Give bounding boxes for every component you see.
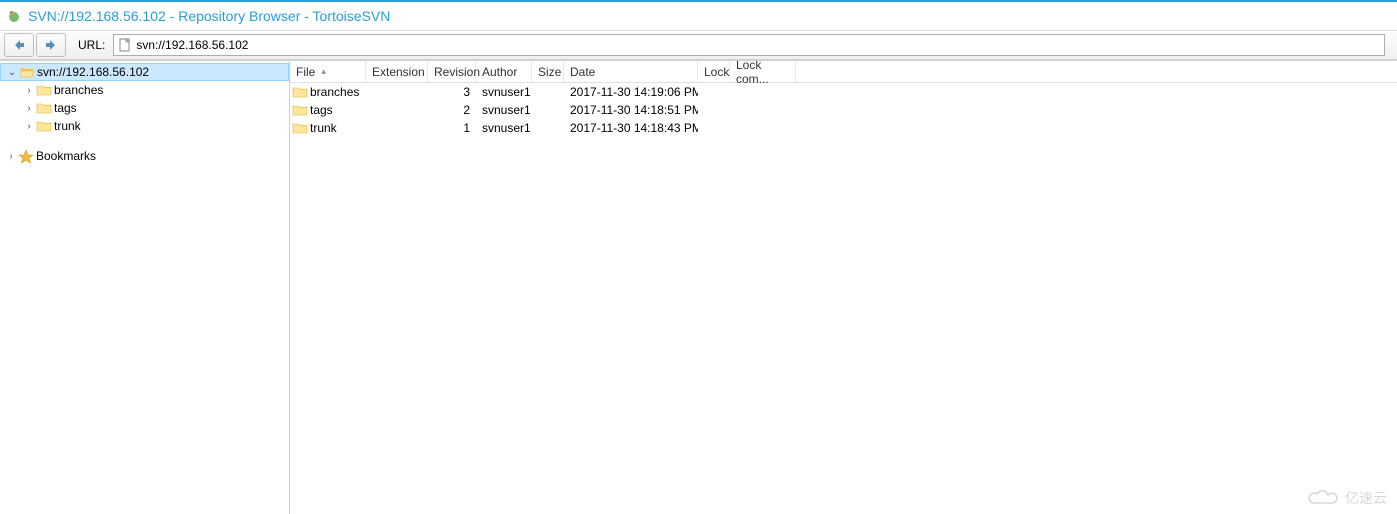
file-list-panel: File ▴ Extension Revision Author Size Da… [290, 61, 1397, 514]
table-row[interactable]: tags 2 svnuser1 2017-11-30 14:18:51 PM [290, 101, 1397, 119]
table-row[interactable]: branches 3 svnuser1 2017-11-30 14:19:06 PM [290, 83, 1397, 101]
list-rows-container: branches 3 svnuser1 2017-11-30 14:19:06 PM t… [290, 83, 1397, 137]
tree-bookmarks-item[interactable]: › Bookmarks [0, 147, 289, 165]
navigation-toolbar: URL: [0, 30, 1397, 60]
column-header-file[interactable]: File ▴ [290, 61, 366, 82]
forward-button[interactable] [36, 33, 66, 57]
arrow-left-icon [12, 38, 26, 52]
chevron-right-icon[interactable]: › [22, 83, 36, 97]
folder-icon [292, 85, 308, 99]
column-header-lock[interactable]: Lock [698, 61, 730, 82]
tree-root-label: svn://192.168.56.102 [37, 65, 149, 79]
folder-icon [292, 103, 308, 117]
cell-revision: 3 [463, 85, 470, 99]
column-header-date[interactable]: Date [564, 61, 698, 82]
tree-child-item[interactable]: › tags [0, 99, 289, 117]
window-titlebar: SVN://192.168.56.102 - Repository Browse… [0, 2, 1397, 30]
cell-author: svnuser1 [482, 121, 531, 135]
cell-date: 2017-11-30 14:19:06 PM [570, 85, 698, 99]
star-icon [18, 149, 34, 163]
cell-file: branches [310, 85, 359, 99]
window-title: SVN://192.168.56.102 - Repository Browse… [28, 8, 390, 24]
cell-date: 2017-11-30 14:18:43 PM [570, 121, 698, 135]
tree-child-label: trunk [54, 119, 81, 133]
main-split: ⌄ svn://192.168.56.102 › branches › tags… [0, 60, 1397, 514]
folder-icon [36, 83, 52, 97]
tortoisesvn-icon [6, 8, 22, 24]
column-header-author[interactable]: Author [476, 61, 532, 82]
folder-icon [36, 119, 52, 133]
chevron-down-icon[interactable]: ⌄ [5, 65, 19, 79]
column-header-extension[interactable]: Extension [366, 61, 428, 82]
cell-revision: 2 [463, 103, 470, 117]
tree-child-label: tags [54, 101, 77, 115]
document-icon [118, 38, 132, 52]
url-field-container[interactable] [113, 34, 1385, 56]
tree-panel[interactable]: ⌄ svn://192.168.56.102 › branches › tags… [0, 61, 290, 514]
tree-child-item[interactable]: › trunk [0, 117, 289, 135]
folder-open-icon [19, 65, 35, 79]
tree-bookmarks-label: Bookmarks [36, 149, 96, 163]
tree-child-label: branches [54, 83, 103, 97]
cell-author: svnuser1 [482, 85, 531, 99]
url-label: URL: [78, 38, 105, 52]
column-header-size[interactable]: Size [532, 61, 564, 82]
cell-file: trunk [310, 121, 337, 135]
back-button[interactable] [4, 33, 34, 57]
tree-root-item[interactable]: ⌄ svn://192.168.56.102 [0, 63, 289, 81]
chevron-right-icon[interactable]: › [4, 149, 18, 163]
url-input[interactable] [136, 38, 1380, 52]
sort-asc-icon: ▴ [321, 66, 326, 77]
folder-icon [292, 121, 308, 135]
cell-author: svnuser1 [482, 103, 531, 117]
cell-date: 2017-11-30 14:18:51 PM [570, 103, 698, 117]
cell-revision: 1 [463, 121, 470, 135]
chevron-right-icon[interactable]: › [22, 101, 36, 115]
column-header-lock-comment[interactable]: Lock com... [730, 61, 796, 82]
cell-file: tags [310, 103, 333, 117]
table-row[interactable]: trunk 1 svnuser1 2017-11-30 14:18:43 PM [290, 119, 1397, 137]
list-header-row: File ▴ Extension Revision Author Size Da… [290, 61, 1397, 83]
column-header-revision[interactable]: Revision [428, 61, 476, 82]
chevron-right-icon[interactable]: › [22, 119, 36, 133]
folder-icon [36, 101, 52, 115]
arrow-right-icon [44, 38, 58, 52]
tree-child-item[interactable]: › branches [0, 81, 289, 99]
